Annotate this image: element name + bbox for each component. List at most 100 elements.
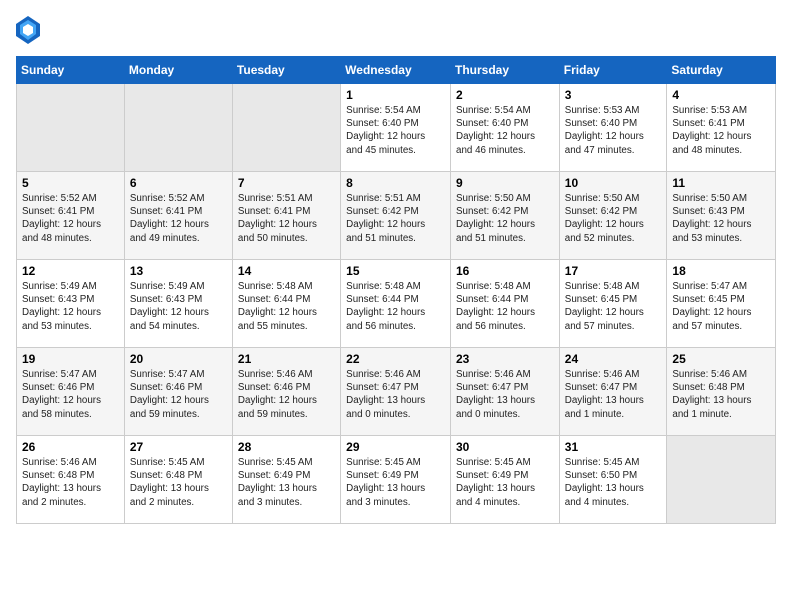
day-info: Sunrise: 5:47 AM Sunset: 6:46 PM Dayligh…: [130, 368, 227, 421]
calendar-cell: 9 Sunrise: 5:50 AM Sunset: 6:42 PM Daylig…: [451, 172, 560, 260]
day-number: 22: [346, 352, 445, 366]
calendar-cell: 17 Sunrise: 5:48 AM Sunset: 6:45 PM Dayli…: [559, 260, 667, 348]
page-header: [16, 16, 776, 44]
day-number: 30: [456, 440, 554, 454]
day-info: Sunrise: 5:45 AM Sunset: 6:49 PM Dayligh…: [456, 456, 554, 509]
calendar-cell: 18 Sunrise: 5:47 AM Sunset: 6:45 PM Dayli…: [667, 260, 776, 348]
calendar-cell: 22 Sunrise: 5:46 AM Sunset: 6:47 PM Dayli…: [341, 348, 451, 436]
calendar-cell: 3 Sunrise: 5:53 AM Sunset: 6:40 PM Daylig…: [559, 84, 667, 172]
calendar-cell: 27 Sunrise: 5:45 AM Sunset: 6:48 PM Dayli…: [124, 436, 232, 524]
calendar-cell: 14 Sunrise: 5:48 AM Sunset: 6:44 PM Dayli…: [232, 260, 340, 348]
calendar-cell: 1 Sunrise: 5:54 AM Sunset: 6:40 PM Daylig…: [341, 84, 451, 172]
day-info: Sunrise: 5:53 AM Sunset: 6:40 PM Dayligh…: [565, 104, 662, 157]
day-info: Sunrise: 5:47 AM Sunset: 6:45 PM Dayligh…: [672, 280, 770, 333]
day-info: Sunrise: 5:50 AM Sunset: 6:42 PM Dayligh…: [456, 192, 554, 245]
week-row-2: 5 Sunrise: 5:52 AM Sunset: 6:41 PM Daylig…: [17, 172, 776, 260]
day-info: Sunrise: 5:49 AM Sunset: 6:43 PM Dayligh…: [130, 280, 227, 333]
day-number: 11: [672, 176, 770, 190]
day-info: Sunrise: 5:48 AM Sunset: 6:44 PM Dayligh…: [456, 280, 554, 333]
day-info: Sunrise: 5:46 AM Sunset: 6:48 PM Dayligh…: [22, 456, 119, 509]
day-number: 23: [456, 352, 554, 366]
logo: [16, 16, 44, 44]
calendar-cell: 31Sunrise: 5:45 AM Sunset: 6:50 PM Dayli…: [559, 436, 667, 524]
col-header-thursday: Thursday: [451, 57, 560, 84]
calendar-cell: 20Sunrise: 5:47 AM Sunset: 6:46 PM Dayli…: [124, 348, 232, 436]
calendar-cell: 25 Sunrise: 5:46 AM Sunset: 6:48 PM Dayli…: [667, 348, 776, 436]
day-info: Sunrise: 5:46 AM Sunset: 6:48 PM Dayligh…: [672, 368, 770, 421]
day-info: Sunrise: 5:49 AM Sunset: 6:43 PM Dayligh…: [22, 280, 119, 333]
day-number: 25: [672, 352, 770, 366]
day-info: Sunrise: 5:45 AM Sunset: 6:49 PM Dayligh…: [346, 456, 445, 509]
calendar-header-row: SundayMondayTuesdayWednesdayThursdayFrid…: [17, 57, 776, 84]
calendar-cell: 16 Sunrise: 5:48 AM Sunset: 6:44 PM Dayli…: [451, 260, 560, 348]
day-info: Sunrise: 5:48 AM Sunset: 6:44 PM Dayligh…: [238, 280, 335, 333]
day-number: 13: [130, 264, 227, 278]
day-info: Sunrise: 5:46 AM Sunset: 6:47 PM Dayligh…: [346, 368, 445, 421]
col-header-tuesday: Tuesday: [232, 57, 340, 84]
day-info: Sunrise: 5:53 AM Sunset: 6:41 PM Dayligh…: [672, 104, 770, 157]
day-number: 12: [22, 264, 119, 278]
day-number: 24: [565, 352, 662, 366]
day-info: Sunrise: 5:50 AM Sunset: 6:43 PM Dayligh…: [672, 192, 770, 245]
logo-icon: [16, 16, 40, 44]
day-number: 7: [238, 176, 335, 190]
calendar-cell: 5 Sunrise: 5:52 AM Sunset: 6:41 PM Daylig…: [17, 172, 125, 260]
day-number: 21: [238, 352, 335, 366]
calendar-cell: 10Sunrise: 5:50 AM Sunset: 6:42 PM Dayli…: [559, 172, 667, 260]
day-number: 26: [22, 440, 119, 454]
calendar-table: SundayMondayTuesdayWednesdayThursdayFrid…: [16, 56, 776, 524]
day-number: 5: [22, 176, 119, 190]
day-number: 2: [456, 88, 554, 102]
day-number: 16: [456, 264, 554, 278]
day-number: 3: [565, 88, 662, 102]
day-info: Sunrise: 5:45 AM Sunset: 6:49 PM Dayligh…: [238, 456, 335, 509]
day-number: 17: [565, 264, 662, 278]
day-number: 9: [456, 176, 554, 190]
calendar-cell: 4 Sunrise: 5:53 AM Sunset: 6:41 PM Daylig…: [667, 84, 776, 172]
calendar-cell: 30 Sunrise: 5:45 AM Sunset: 6:49 PM Dayli…: [451, 436, 560, 524]
calendar-cell: 6 Sunrise: 5:52 AM Sunset: 6:41 PM Daylig…: [124, 172, 232, 260]
day-number: 29: [346, 440, 445, 454]
calendar-cell: [124, 84, 232, 172]
col-header-sunday: Sunday: [17, 57, 125, 84]
calendar-cell: 13 Sunrise: 5:49 AM Sunset: 6:43 PM Dayli…: [124, 260, 232, 348]
day-info: Sunrise: 5:47 AM Sunset: 6:46 PM Dayligh…: [22, 368, 119, 421]
day-number: 1: [346, 88, 445, 102]
day-info: Sunrise: 5:52 AM Sunset: 6:41 PM Dayligh…: [130, 192, 227, 245]
col-header-monday: Monday: [124, 57, 232, 84]
col-header-friday: Friday: [559, 57, 667, 84]
calendar-cell: [667, 436, 776, 524]
day-number: 15: [346, 264, 445, 278]
day-number: 18: [672, 264, 770, 278]
calendar-cell: [17, 84, 125, 172]
calendar-cell: 8Sunrise: 5:51 AM Sunset: 6:42 PM Daylig…: [341, 172, 451, 260]
day-number: 27: [130, 440, 227, 454]
calendar-cell: 21 Sunrise: 5:46 AM Sunset: 6:46 PM Dayli…: [232, 348, 340, 436]
calendar-cell: 23 Sunrise: 5:46 AM Sunset: 6:47 PM Dayli…: [451, 348, 560, 436]
calendar-cell: 19Sunrise: 5:47 AM Sunset: 6:46 PM Dayli…: [17, 348, 125, 436]
calendar-cell: [232, 84, 340, 172]
day-info: Sunrise: 5:50 AM Sunset: 6:42 PM Dayligh…: [565, 192, 662, 245]
calendar-cell: 15 Sunrise: 5:48 AM Sunset: 6:44 PM Dayli…: [341, 260, 451, 348]
week-row-4: 19Sunrise: 5:47 AM Sunset: 6:46 PM Dayli…: [17, 348, 776, 436]
col-header-wednesday: Wednesday: [341, 57, 451, 84]
day-info: Sunrise: 5:46 AM Sunset: 6:47 PM Dayligh…: [456, 368, 554, 421]
calendar-cell: 24Sunrise: 5:46 AM Sunset: 6:47 PM Dayli…: [559, 348, 667, 436]
day-info: Sunrise: 5:52 AM Sunset: 6:41 PM Dayligh…: [22, 192, 119, 245]
calendar-cell: 7 Sunrise: 5:51 AM Sunset: 6:41 PM Daylig…: [232, 172, 340, 260]
day-info: Sunrise: 5:45 AM Sunset: 6:50 PM Dayligh…: [565, 456, 662, 509]
day-number: 4: [672, 88, 770, 102]
day-number: 14: [238, 264, 335, 278]
calendar-cell: 11 Sunrise: 5:50 AM Sunset: 6:43 PM Dayli…: [667, 172, 776, 260]
calendar-cell: 28Sunrise: 5:45 AM Sunset: 6:49 PM Dayli…: [232, 436, 340, 524]
day-info: Sunrise: 5:51 AM Sunset: 6:41 PM Dayligh…: [238, 192, 335, 245]
day-info: Sunrise: 5:48 AM Sunset: 6:45 PM Dayligh…: [565, 280, 662, 333]
day-info: Sunrise: 5:45 AM Sunset: 6:48 PM Dayligh…: [130, 456, 227, 509]
week-row-1: 1 Sunrise: 5:54 AM Sunset: 6:40 PM Daylig…: [17, 84, 776, 172]
day-info: Sunrise: 5:54 AM Sunset: 6:40 PM Dayligh…: [346, 104, 445, 157]
day-info: Sunrise: 5:46 AM Sunset: 6:46 PM Dayligh…: [238, 368, 335, 421]
day-number: 6: [130, 176, 227, 190]
day-info: Sunrise: 5:48 AM Sunset: 6:44 PM Dayligh…: [346, 280, 445, 333]
week-row-5: 26 Sunrise: 5:46 AM Sunset: 6:48 PM Dayli…: [17, 436, 776, 524]
calendar-cell: 26 Sunrise: 5:46 AM Sunset: 6:48 PM Dayli…: [17, 436, 125, 524]
